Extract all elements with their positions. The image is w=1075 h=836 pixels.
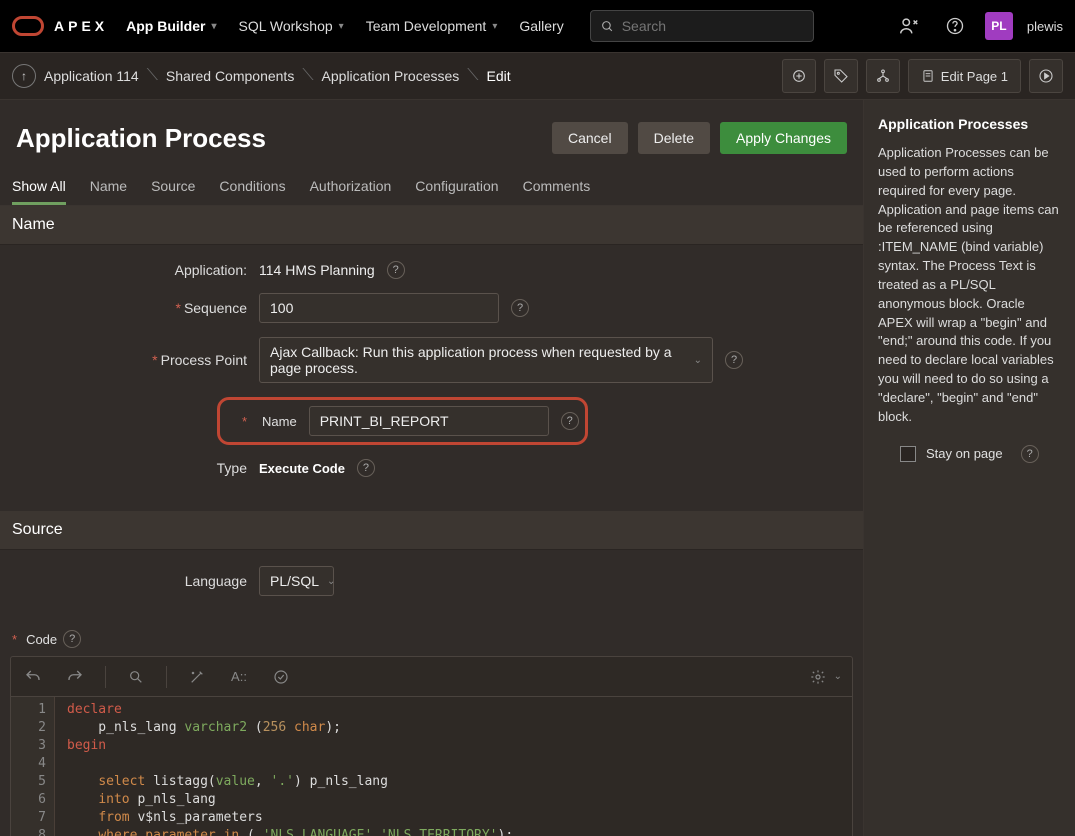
tab-configuration[interactable]: Configuration <box>415 170 498 205</box>
section-name-header: Name <box>0 206 863 245</box>
crumb-app[interactable]: Application 114 <box>44 68 139 84</box>
type-label: Type <box>12 460 247 476</box>
name-highlighted-field: *Name Name ? <box>217 397 588 445</box>
sequence-input[interactable] <box>259 293 499 323</box>
help-icon[interactable]: ? <box>63 630 81 648</box>
sidebar-body: Application Processes can be used to per… <box>878 144 1061 427</box>
process-point-select[interactable]: Ajax Callback: Run this application proc… <box>259 337 713 383</box>
help-icon[interactable]: ? <box>511 299 529 317</box>
help-icon[interactable]: ? <box>357 459 375 477</box>
find-icon[interactable] <box>124 665 148 689</box>
language-label: Language <box>12 573 247 589</box>
delete-button[interactable]: Delete <box>638 122 710 154</box>
language-select[interactable]: PL/SQL ⌄ <box>259 566 334 596</box>
create-icon[interactable] <box>782 59 816 93</box>
help-icon[interactable] <box>939 10 971 42</box>
stay-on-page-checkbox[interactable] <box>900 446 916 462</box>
crumb-sep: ⟍ <box>147 67 158 85</box>
cancel-button[interactable]: Cancel <box>552 122 628 154</box>
crumb-actions: Edit Page 1 <box>782 59 1063 93</box>
process-point-label: Process Point <box>161 352 247 368</box>
admin-icon[interactable] <box>893 10 925 42</box>
crumb-shared[interactable]: Shared Components <box>166 68 294 84</box>
apply-changes-button[interactable]: Apply Changes <box>720 122 847 154</box>
tab-conditions[interactable]: Conditions <box>219 170 285 205</box>
help-icon[interactable]: ? <box>725 351 743 369</box>
wand-icon[interactable] <box>185 665 209 689</box>
name-label-visible: Name <box>262 414 297 429</box>
top-right: PL plewis <box>893 10 1063 42</box>
name-input[interactable] <box>309 406 549 436</box>
brand-logo: APEX <box>12 16 108 36</box>
oracle-ring-icon <box>12 16 44 36</box>
tab-name[interactable]: Name <box>90 170 127 205</box>
chevron-down-icon: ▾ <box>339 21 344 32</box>
autocomplete-icon[interactable]: A:: <box>227 665 251 689</box>
tab-show-all[interactable]: Show All <box>12 170 66 205</box>
crumb-sep: ⟍ <box>467 67 478 85</box>
tab-comments[interactable]: Comments <box>523 170 591 205</box>
crumb-edit: Edit <box>486 68 510 84</box>
search-input[interactable] <box>622 18 803 34</box>
avatar[interactable]: PL <box>985 12 1013 40</box>
tabs: Show All Name Source Conditions Authoriz… <box>0 170 863 206</box>
sequence-label: Sequence <box>184 300 247 316</box>
redo-icon[interactable] <box>63 665 87 689</box>
nav-team-dev[interactable]: Team Development▾ <box>362 12 502 40</box>
settings-icon[interactable] <box>806 665 830 689</box>
nav-sql-workshop[interactable]: SQL Workshop▾ <box>235 12 348 40</box>
title-row: Application Process Cancel Delete Apply … <box>0 100 863 170</box>
chevron-down-icon: ▾ <box>211 21 216 32</box>
nav-gallery[interactable]: Gallery <box>515 12 567 40</box>
type-value: Execute Code <box>259 461 345 476</box>
top-nav: APEX App Builder▾ SQL Workshop▾ Team Dev… <box>0 0 1075 52</box>
chevron-down-icon: ⌄ <box>694 355 702 366</box>
application-value: 114 HMS Planning <box>259 262 375 278</box>
help-sidebar: Application Processes Application Proces… <box>863 100 1075 836</box>
global-search[interactable] <box>590 10 814 42</box>
undo-icon[interactable] <box>21 665 45 689</box>
help-icon[interactable]: ? <box>561 412 579 430</box>
code-editor[interactable]: A:: ⌄ 123456789 declare p_nls_lang varch… <box>10 656 853 836</box>
page-icon <box>921 69 935 83</box>
application-label: Application: <box>12 262 247 278</box>
help-icon[interactable]: ? <box>387 261 405 279</box>
code-toolbar: A:: ⌄ <box>11 657 852 697</box>
chevron-down-icon: ⌄ <box>327 576 335 587</box>
tab-source[interactable]: Source <box>151 170 195 205</box>
tab-authorization[interactable]: Authorization <box>310 170 392 205</box>
code-lines[interactable]: declare p_nls_lang varchar2 (256 char); … <box>55 697 852 836</box>
username: plewis <box>1027 19 1063 34</box>
edit-page-button[interactable]: Edit Page 1 <box>908 59 1021 93</box>
help-icon[interactable]: ? <box>1021 445 1039 463</box>
breadcrumb-bar: ↑ Application 114 ⟍ Shared Components ⟍ … <box>0 52 1075 100</box>
main-content: Application Process Cancel Delete Apply … <box>0 100 863 836</box>
brand-text: APEX <box>54 18 108 34</box>
up-button[interactable]: ↑ <box>12 64 36 88</box>
tree-icon[interactable] <box>866 59 900 93</box>
chevron-down-icon: ⌄ <box>834 671 842 682</box>
run-button[interactable] <box>1029 59 1063 93</box>
sidebar-title: Application Processes <box>878 116 1061 132</box>
validate-icon[interactable] <box>269 665 293 689</box>
crumb-sep: ⟍ <box>302 67 313 85</box>
crumb-processes[interactable]: Application Processes <box>322 68 460 84</box>
chevron-down-icon: ▾ <box>492 21 497 32</box>
tag-icon[interactable] <box>824 59 858 93</box>
page-title: Application Process <box>16 123 266 154</box>
section-source-header: Source <box>0 511 863 550</box>
code-label: Code <box>26 632 57 647</box>
nav-app-builder[interactable]: App Builder▾ <box>122 12 220 40</box>
search-icon <box>601 19 614 34</box>
line-gutter: 123456789 <box>11 697 55 836</box>
stay-on-page-label: Stay on page <box>926 446 1003 461</box>
